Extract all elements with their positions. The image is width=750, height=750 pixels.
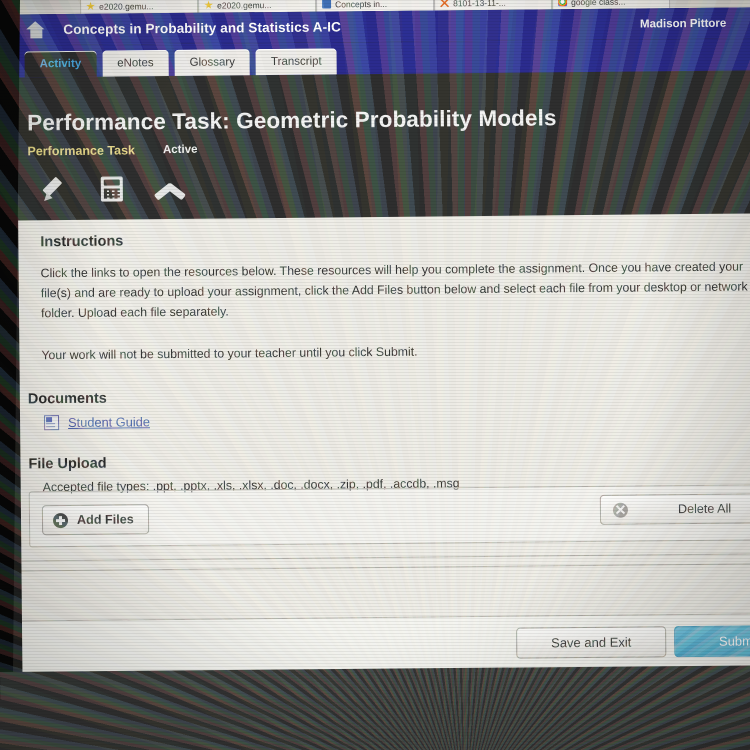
course-title: Concepts in Probability and Statistics A…	[63, 19, 341, 38]
star-icon	[86, 2, 95, 11]
tab-label: Activity	[39, 57, 82, 71]
calculator-icon	[100, 175, 123, 202]
browser-tab-label: google class...	[571, 0, 626, 7]
pencil-icon	[40, 175, 68, 203]
tab-label: Transcript	[270, 55, 322, 69]
instructions-paragraph-1: Click the links to open the resources be…	[40, 259, 748, 321]
status-badge: Active	[162, 143, 198, 157]
file-upload-heading: File Upload	[28, 455, 107, 473]
up-arrow-icon	[153, 176, 187, 200]
task-header-panel: Activity eNotes Glossary Transcript Perf…	[16, 38, 750, 221]
page-title: Performance Task: Geometric Probability …	[27, 105, 557, 136]
nav-tabs: Activity eNotes Glossary Transcript	[16, 38, 750, 78]
tab-transcript[interactable]: Transcript	[255, 48, 337, 76]
tab-label: Glossary	[189, 56, 236, 69]
activity-body-inner: Instructions Click the links to open the…	[18, 213, 750, 680]
delete-all-button[interactable]: Delete All	[599, 492, 750, 525]
activity-body: Instructions Click the links to open the…	[18, 213, 750, 681]
x-circle-icon	[612, 502, 629, 518]
activity-toolbar	[28, 169, 196, 209]
document-icon	[44, 415, 60, 431]
save-and-exit-label: Save and Exit	[551, 634, 632, 651]
document-list-item[interactable]: Student Guide	[44, 408, 750, 431]
screen-bezel-bottom-fill	[0, 700, 750, 750]
add-files-button[interactable]: Add Files	[41, 504, 149, 536]
calculator-tool-button[interactable]	[86, 169, 138, 207]
tab-label: eNotes	[117, 57, 154, 70]
task-type-label: Performance Task	[27, 143, 136, 159]
pencil-tool-button[interactable]	[28, 170, 80, 208]
submit-button[interactable]: Submit	[674, 624, 750, 658]
documents-heading: Documents	[27, 390, 107, 408]
file-upload-box: Add Files Delete All	[28, 484, 750, 548]
x-icon	[440, 0, 449, 7]
browser-tab-label: Concepts in...	[335, 0, 388, 9]
collapse-tool-button[interactable]	[144, 169, 196, 207]
browser-tab[interactable]: e2020.gemu...	[80, 0, 199, 14]
browser-tab-label: 8101-13-11-...	[453, 0, 506, 8]
home-icon[interactable]	[26, 21, 45, 38]
user-name[interactable]: Madison Pittore	[640, 17, 748, 30]
delete-all-label: Delete All	[677, 501, 732, 517]
plus-circle-icon	[52, 512, 69, 528]
tab-glossary[interactable]: Glossary	[174, 49, 251, 76]
task-meta: Performance Task Active	[27, 143, 198, 159]
student-guide-link[interactable]: Student Guide	[68, 414, 150, 430]
google-icon	[558, 0, 568, 7]
screen-content: e2020.gemu... e2020.gemu... Concepts in.…	[0, 0, 750, 700]
photo-of-screen: e2020.gemu... e2020.gemu... Concepts in.…	[0, 0, 750, 750]
add-files-label: Add Files	[76, 512, 134, 527]
save-and-exit-button[interactable]: Save and Exit	[516, 626, 667, 659]
browser-tab-label: e2020.gemu...	[99, 0, 154, 12]
browser-tab-label: e2020.gemu...	[217, 0, 272, 11]
star-icon	[204, 1, 213, 10]
instructions-heading: Instructions	[40, 233, 124, 251]
instructions-paragraph-2: Your work will not be submitted to your …	[41, 344, 418, 363]
blue-square-icon	[322, 0, 332, 9]
tab-activity[interactable]: Activity	[24, 50, 97, 78]
tab-enotes[interactable]: eNotes	[102, 50, 169, 77]
submit-label: Submit	[718, 633, 750, 649]
